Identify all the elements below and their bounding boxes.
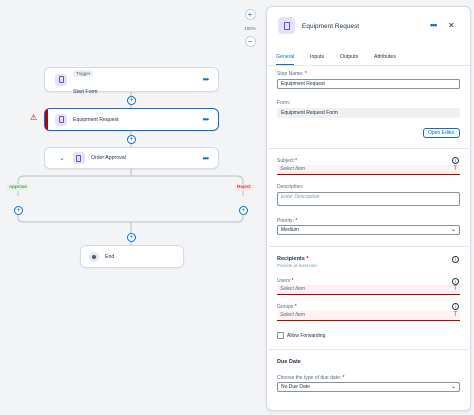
chevron-down-icon: ⌄: [450, 384, 456, 390]
allow-forwarding-checkbox[interactable]: [277, 332, 284, 339]
subject-label: Subject:*: [277, 158, 298, 164]
error-indicator: [45, 109, 48, 130]
zoom-level: 100%: [244, 25, 256, 31]
tab-outputs[interactable]: Outputs: [340, 54, 358, 60]
more-icon[interactable]: •••: [203, 115, 209, 124]
add-approve-step-button[interactable]: +: [14, 206, 23, 215]
panel-header: Equipment Request ••• ✕: [267, 7, 470, 47]
tab-inputs[interactable]: Inputs: [310, 54, 324, 60]
zoom-in-button[interactable]: +: [244, 9, 256, 20]
due-date-label: Choose the type of due date: *: [277, 375, 345, 381]
text-type-icon[interactable]: T: [453, 285, 457, 293]
form-label: Form:: [277, 100, 291, 106]
request-node-title: Equipment Request: [73, 116, 119, 123]
subject-input[interactable]: Select Item T: [277, 165, 460, 175]
divider: [266, 246, 471, 247]
chevron-down-icon: ⌄: [450, 227, 456, 233]
end-icon: [89, 251, 99, 262]
zoom-out-button[interactable]: −: [244, 36, 256, 47]
panel-tabs: General Inputs Outputs Attributes: [267, 50, 470, 66]
step-name-label: Step Name: *: [277, 71, 307, 77]
end-node-title: End: [105, 253, 115, 260]
trigger-node[interactable]: Trigger Start Form •••: [44, 67, 219, 95]
description-input[interactable]: Enter Description: [277, 192, 460, 206]
panel-title: Equipment Request: [302, 23, 360, 30]
trigger-tag: Trigger: [73, 69, 94, 77]
tab-attributes[interactable]: Attributes: [374, 54, 396, 60]
order-approval-node[interactable]: ⌄ Order Approval •••: [44, 147, 219, 169]
equipment-request-node[interactable]: Equipment Request •••: [44, 108, 219, 131]
reject-branch-label: Reject: [235, 184, 253, 191]
groups-input[interactable]: Select Item T: [277, 311, 460, 321]
approval-node-title: Order Approval: [90, 155, 126, 161]
more-icon[interactable]: •••: [430, 20, 438, 30]
users-input[interactable]: Select Item T: [277, 285, 460, 295]
more-icon[interactable]: •••: [203, 75, 209, 84]
form-icon: [55, 73, 67, 86]
divider: [266, 349, 471, 350]
description-label: Description:: [277, 184, 304, 190]
info-icon[interactable]: i: [452, 256, 459, 263]
more-icon[interactable]: •••: [203, 154, 209, 163]
warning-icon: ⚠: [30, 113, 38, 122]
form-icon: [278, 17, 295, 34]
add-step-button[interactable]: +: [127, 96, 136, 105]
chevron-down-icon[interactable]: ⌄: [59, 154, 65, 162]
tab-general[interactable]: General: [276, 54, 295, 65]
step-name-input[interactable]: Equipment Request: [277, 79, 460, 89]
info-icon[interactable]: i: [452, 157, 459, 164]
allow-forwarding-label: Allow Forwarding: [287, 333, 326, 339]
divider: [266, 148, 471, 149]
form-icon: [72, 152, 85, 164]
text-type-icon[interactable]: T: [453, 311, 457, 319]
priority-label: Priority: *: [277, 218, 298, 224]
priority-select[interactable]: Medium ⌄: [277, 225, 460, 235]
due-date-title: Due Date: [277, 359, 301, 365]
add-step-button[interactable]: +: [127, 233, 136, 242]
groups-label: Groups:*: [277, 304, 297, 310]
info-icon[interactable]: i: [452, 303, 459, 310]
open-editor-button[interactable]: Open Editor: [423, 128, 460, 138]
text-type-icon[interactable]: T: [453, 165, 457, 173]
approve-branch-label: Approve: [7, 184, 29, 191]
add-reject-step-button[interactable]: +: [239, 206, 248, 215]
zoom-control: + 100% −: [239, 9, 261, 47]
trigger-title: Start Form: [73, 88, 98, 95]
end-node[interactable]: End: [80, 245, 184, 268]
due-date-select[interactable]: No Due Date ⌄: [277, 382, 460, 392]
form-icon: [55, 113, 67, 126]
recipients-hint: Provide at least one: [277, 263, 317, 268]
info-icon[interactable]: i: [452, 278, 459, 285]
close-icon[interactable]: ✕: [448, 21, 455, 30]
add-step-button[interactable]: +: [127, 135, 136, 144]
users-label: Users:*: [277, 278, 294, 284]
form-field: Equipment Request Form: [277, 108, 460, 118]
properties-panel: Equipment Request ••• ✕ General Inputs O…: [266, 6, 471, 411]
recipients-title: Recipients *: [277, 256, 309, 262]
